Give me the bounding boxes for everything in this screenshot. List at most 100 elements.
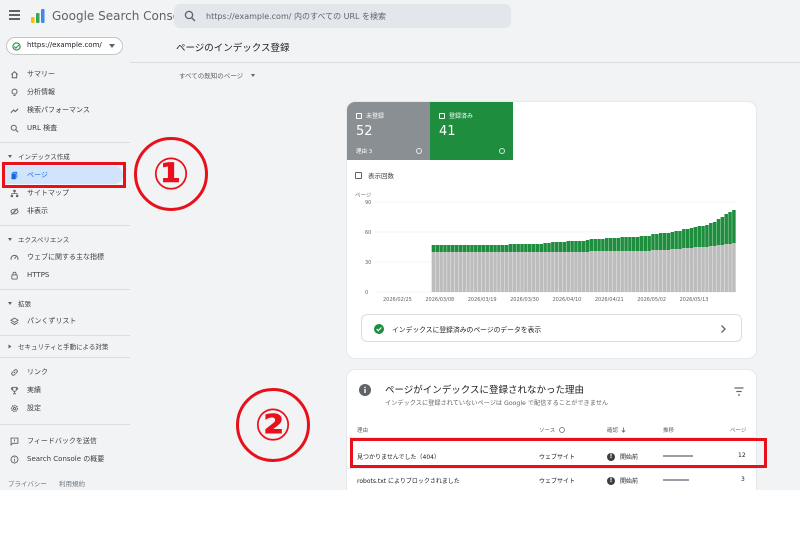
help-icon[interactable] — [499, 148, 505, 154]
bar-indexed — [547, 243, 551, 252]
sidebar-divider — [0, 225, 130, 226]
bar-not-indexed — [539, 252, 544, 292]
bar-not-indexed — [662, 250, 667, 292]
view-indexed-pages-button[interactable]: インデックスに登録済みのページのデータを表示 — [361, 314, 742, 342]
link-icon — [11, 368, 18, 376]
bar-not-indexed — [501, 252, 505, 292]
menu-icon[interactable] — [9, 10, 20, 20]
bar-indexed — [481, 245, 486, 252]
sidebar-item-breadcrumbs[interactable]: パンくずリスト — [0, 312, 126, 330]
bar-indexed — [670, 232, 675, 249]
bar-indexed — [689, 228, 694, 248]
sidebar-item-performance[interactable]: 検索パフォーマンス — [0, 101, 126, 119]
bar-indexed — [535, 244, 540, 252]
column-header-pages[interactable]: ページ — [730, 426, 746, 434]
page-title: ページのインデックス登録 — [176, 43, 290, 54]
lock-icon — [11, 271, 18, 280]
bar-indexed — [624, 237, 628, 251]
property-selector[interactable]: https://example.com/ — [6, 37, 123, 55]
tile-label: 未登録 — [366, 113, 385, 120]
sidebar-divider — [0, 142, 130, 143]
bar-not-indexed — [512, 252, 517, 292]
bar-indexed — [631, 237, 636, 251]
bar-not-indexed — [693, 247, 698, 292]
bar-indexed — [462, 245, 466, 252]
bar-not-indexed — [705, 247, 709, 292]
indexed-tile[interactable]: 登録済み 41 — [430, 102, 513, 160]
bar-indexed — [678, 231, 682, 249]
bar-not-indexed — [593, 251, 597, 292]
bar-indexed — [616, 238, 621, 251]
bar-indexed — [581, 241, 586, 252]
bar-not-indexed — [597, 251, 601, 292]
column-header-label: ソース — [539, 428, 556, 434]
section-indexing[interactable]: インデックス作成 — [0, 149, 70, 163]
sitemap-icon — [10, 189, 19, 197]
filter-icon[interactable] — [734, 387, 744, 396]
page-filter-dropdown[interactable]: すべての既知のページ — [179, 70, 256, 80]
bar-indexed — [516, 244, 520, 252]
bar-indexed — [520, 244, 524, 252]
bar-not-indexed — [685, 248, 690, 292]
sidebar-item-insights[interactable]: 分析情報 — [0, 83, 126, 101]
column-header-reason[interactable]: 理由 — [357, 426, 368, 434]
not-indexed-tile[interactable]: 未登録 52 理由 3 — [347, 102, 430, 160]
sidebar-item-achievements[interactable]: 実績 — [0, 381, 126, 399]
sidebar-item-about[interactable]: Search Console の概要 — [0, 450, 126, 468]
filter-label: すべての既知のページ — [179, 72, 244, 80]
y-tick-label: 30 — [365, 260, 371, 266]
row-status-label: 開始前 — [620, 478, 639, 485]
bar-indexed — [612, 238, 617, 251]
sidebar-item-settings[interactable]: 設定 — [0, 399, 126, 417]
section-label: セキュリティと手動による対策 — [18, 343, 109, 351]
sidebar-item-url-inspection[interactable]: URL 検査 — [0, 119, 126, 137]
table-row[interactable]: robots.txt によりブロックされました ウェブサイト ! 開始前 3 — [347, 469, 756, 490]
url-search-bar[interactable] — [174, 4, 511, 28]
annotation-marker-2: ② — [236, 388, 310, 462]
lightbulb-icon — [11, 88, 18, 96]
bar-not-indexed — [697, 247, 701, 292]
section-experience[interactable]: エクスペリエンス — [0, 232, 69, 246]
bar-indexed — [470, 245, 474, 252]
bar-indexed — [458, 245, 463, 252]
arrow-down-icon — [621, 427, 626, 433]
sidebar-item-label: URL 検査 — [27, 124, 58, 132]
sidebar-item-label: 実績 — [27, 386, 41, 394]
sidebar-item-https[interactable]: HTTPS — [0, 266, 126, 284]
bar-indexed — [705, 225, 709, 247]
sidebar-item-links[interactable]: リンク — [0, 363, 126, 381]
bar-not-indexed — [682, 248, 686, 292]
bar-not-indexed — [720, 245, 725, 292]
bar-indexed — [497, 245, 501, 252]
column-header-validation[interactable]: 確認 — [607, 426, 626, 434]
reasons-subtitle: インデックスに登録されていないページは Google で配信することができません — [385, 400, 609, 407]
sidebar-item-feedback[interactable]: フィードバックを送信 — [0, 432, 126, 450]
sidebar-divider — [0, 289, 130, 290]
bar-not-indexed — [709, 246, 713, 292]
tile-subtext: 理由 3 — [356, 149, 373, 155]
section-security[interactable]: セキュリティと手動による対策 — [0, 339, 108, 353]
section-label: 拡張 — [18, 300, 31, 308]
terms-link[interactable]: 利用規約 — [59, 480, 85, 488]
privacy-link[interactable]: プライバシー — [8, 480, 47, 488]
help-icon[interactable] — [559, 427, 566, 433]
help-icon[interactable] — [416, 148, 422, 154]
url-search-input[interactable] — [206, 8, 506, 24]
bar-not-indexed — [497, 252, 501, 292]
bar-not-indexed — [578, 252, 582, 292]
bar-indexed — [450, 245, 455, 252]
sidebar-item-label: 非表示 — [27, 207, 48, 215]
sidebar-item-core-web-vitals[interactable]: ウェブに関する主な指標 — [0, 248, 126, 266]
section-enhancements[interactable]: 拡張 — [0, 296, 31, 310]
impressions-toggle[interactable]: 表示回数 — [355, 170, 394, 180]
property-url: https://example.com/ — [27, 41, 102, 49]
sidebar-item-removals[interactable]: 非表示 — [0, 202, 126, 220]
bar-indexed — [709, 223, 713, 246]
bar-not-indexed — [458, 252, 463, 292]
bar-indexed — [508, 244, 513, 252]
bar-not-indexed — [635, 251, 640, 292]
sidebar-item-summary[interactable]: サマリー — [0, 65, 126, 83]
bar-indexed — [655, 234, 659, 250]
column-header-source[interactable]: ソース — [539, 426, 566, 434]
sidebar-divider — [0, 357, 130, 358]
